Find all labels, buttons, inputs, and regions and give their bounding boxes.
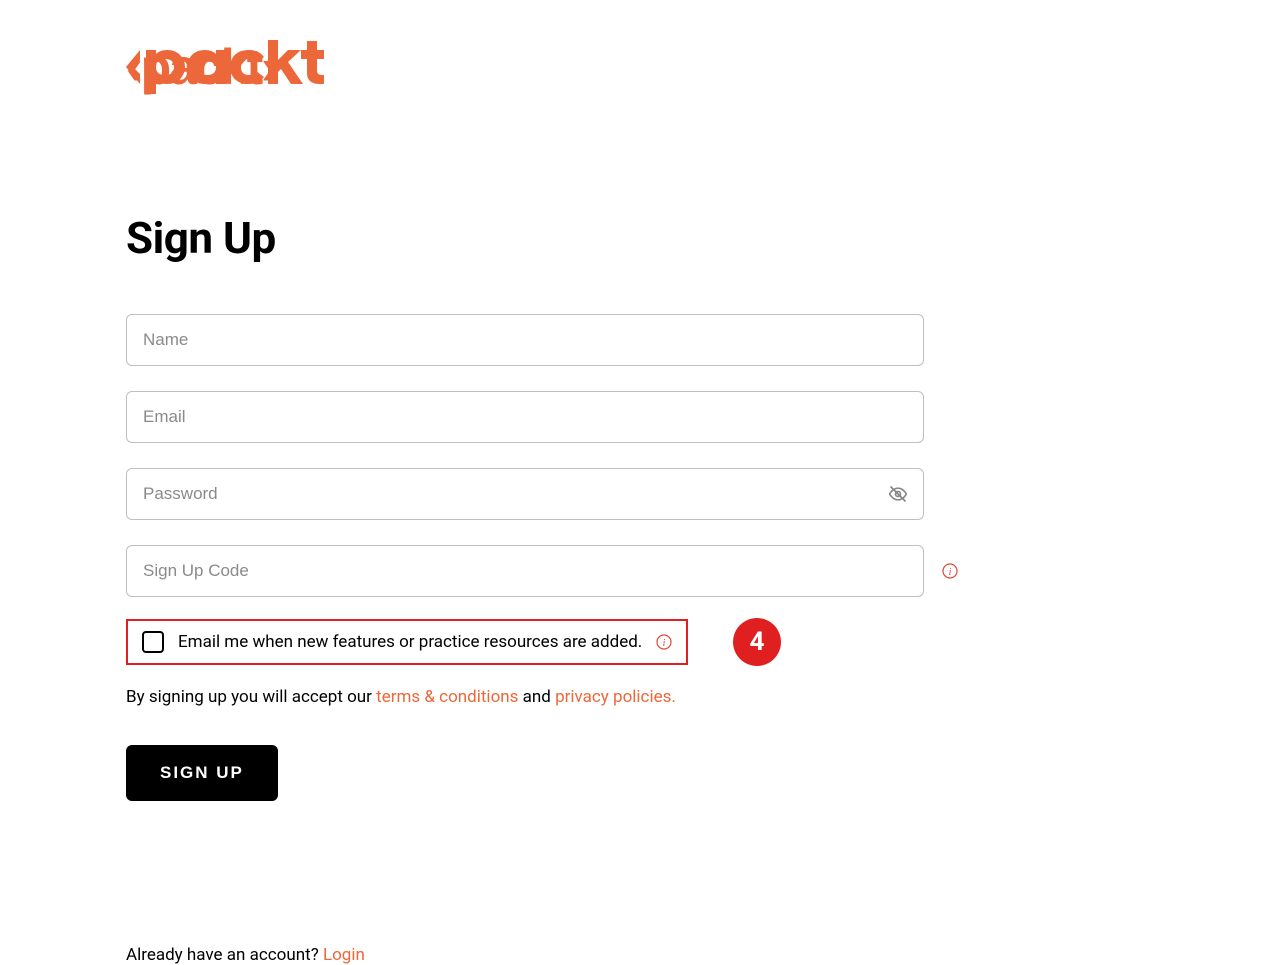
email-input[interactable] [126, 391, 924, 443]
privacy-link[interactable]: privacy policies. [555, 687, 676, 707]
terms-prefix: By signing up you will accept our [126, 687, 376, 707]
info-icon[interactable]: i [656, 634, 672, 650]
terms-middle: and [518, 687, 555, 707]
svg-text:i: i [663, 638, 666, 649]
email-optin-label: Email me when new features or practice r… [178, 632, 642, 652]
annotation-badge: 4 [733, 618, 781, 666]
login-link[interactable]: Login [323, 945, 365, 965]
signup-button[interactable]: SIGN UP [126, 745, 278, 801]
terms-text: By signing up you will accept our terms … [126, 687, 1274, 707]
eye-hidden-icon[interactable] [888, 484, 908, 504]
page-title: Sign Up [126, 212, 1274, 264]
svg-text:i: i [949, 567, 952, 578]
login-prompt: Already have an account? Login [126, 945, 1274, 965]
signup-code-input[interactable] [126, 545, 924, 597]
email-optin-row: Email me when new features or practice r… [126, 619, 688, 665]
info-icon[interactable]: i [942, 563, 958, 579]
name-input[interactable] [126, 314, 924, 366]
password-input[interactable] [126, 468, 924, 520]
login-prompt-text: Already have an account? [126, 945, 323, 965]
terms-link[interactable]: terms & conditions [376, 687, 518, 707]
packt-logo: ‹packt› [126, 40, 1274, 148]
email-optin-checkbox[interactable] [142, 631, 164, 653]
